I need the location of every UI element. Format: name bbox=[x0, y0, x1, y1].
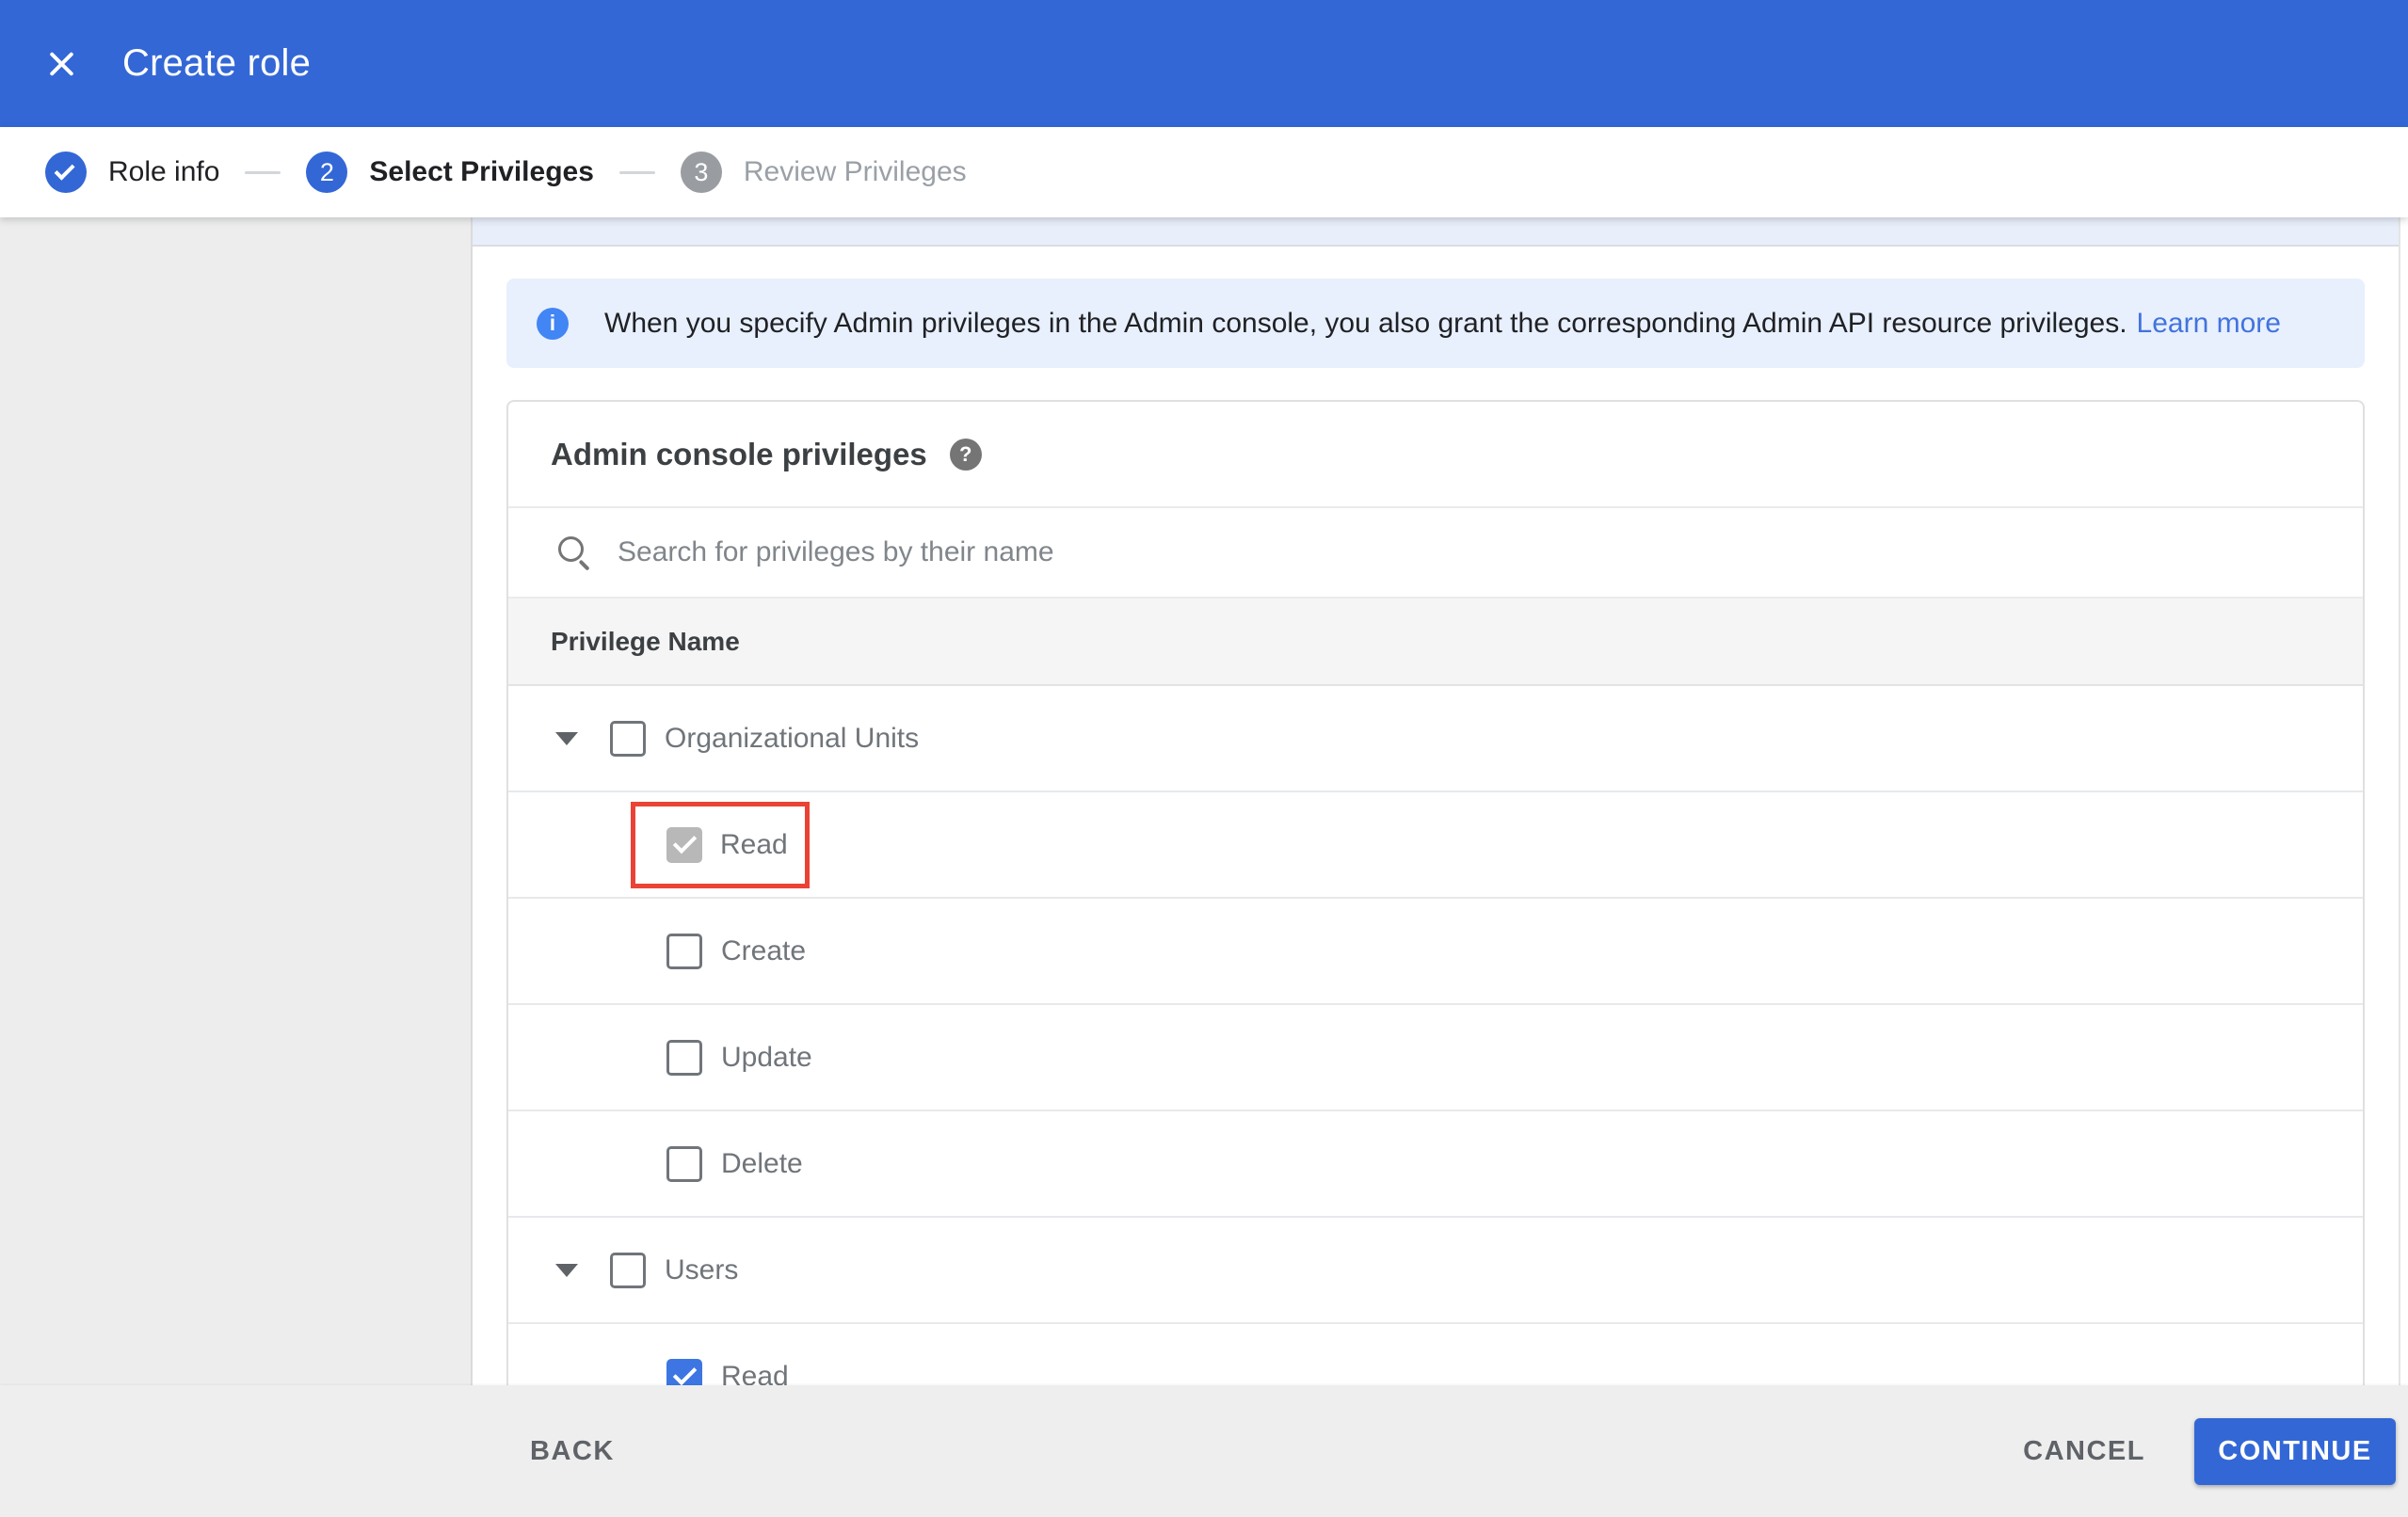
privilege-row[interactable]: Create bbox=[508, 899, 2363, 1005]
chevron-down-icon bbox=[555, 731, 578, 745]
privilege-cell: Users bbox=[578, 1252, 739, 1288]
check-icon bbox=[54, 159, 75, 181]
step-number-circle: 2 bbox=[306, 152, 348, 193]
privilege-row[interactable]: Organizational Units bbox=[508, 686, 2363, 792]
expand-toggle[interactable] bbox=[555, 731, 578, 745]
privilege-cell: Create bbox=[508, 933, 807, 969]
continue-button[interactable]: CONTINUE bbox=[2194, 1417, 2396, 1485]
step-role-info[interactable]: Role info bbox=[45, 152, 219, 193]
privilege-checkbox[interactable] bbox=[610, 1252, 646, 1288]
privilege-search-input[interactable] bbox=[616, 535, 2363, 569]
privilege-label: Delete bbox=[721, 1147, 803, 1179]
privilege-row[interactable]: Read bbox=[508, 1324, 2363, 1385]
learn-more-link[interactable]: Learn more bbox=[2137, 308, 2281, 340]
privilege-label: Read bbox=[720, 828, 788, 860]
privilege-cell: Delete bbox=[508, 1145, 803, 1182]
right-gutter bbox=[2400, 217, 2408, 1385]
info-banner: i When you specify Admin privileges in t… bbox=[506, 279, 2365, 368]
privilege-cell: Organizational Units bbox=[578, 720, 920, 757]
scroll-panel: i When you specify Admin privileges in t… bbox=[473, 217, 2400, 1385]
privilege-row[interactable]: Update bbox=[508, 1005, 2363, 1111]
search-icon bbox=[557, 535, 591, 569]
privilege-label: Create bbox=[721, 934, 807, 966]
privilege-row[interactable]: Delete bbox=[508, 1111, 2363, 1218]
privilege-checkbox[interactable] bbox=[666, 1145, 702, 1182]
privilege-label: Organizational Units bbox=[665, 722, 920, 754]
privilege-row[interactable]: Users bbox=[508, 1218, 2363, 1324]
card-title: Admin console privileges bbox=[551, 436, 927, 471]
privilege-checkbox[interactable] bbox=[666, 826, 702, 863]
step-connector bbox=[245, 170, 281, 174]
info-banner-text: When you specify Admin privileges in the… bbox=[604, 307, 2127, 339]
step-complete-circle bbox=[45, 152, 87, 193]
privilege-search-row bbox=[508, 508, 2363, 599]
info-icon: i bbox=[537, 307, 569, 340]
annotation-highlight-box: Read bbox=[631, 801, 810, 888]
footer-bar: BACK CANCEL CONTINUE bbox=[0, 1385, 2408, 1517]
page-title: Create role bbox=[122, 42, 312, 84]
left-background-pane bbox=[0, 217, 473, 1385]
privilege-checkbox[interactable] bbox=[610, 720, 646, 757]
expand-toggle[interactable] bbox=[555, 1263, 578, 1277]
close-icon[interactable] bbox=[43, 45, 81, 83]
content-area: i When you specify Admin privileges in t… bbox=[0, 217, 2408, 1385]
step-select-privileges[interactable]: 2 Select Privileges bbox=[306, 152, 594, 193]
cancel-button[interactable]: CANCEL bbox=[2017, 1427, 2151, 1477]
step-label: Select Privileges bbox=[369, 156, 594, 187]
stepper: Role info 2 Select Privileges 3 Review P… bbox=[0, 127, 2408, 217]
column-header-privilege-name: Privilege Name bbox=[551, 626, 740, 656]
privilege-checkbox[interactable] bbox=[666, 933, 702, 969]
privilege-cell: Update bbox=[508, 1039, 812, 1076]
step-label: Role info bbox=[108, 156, 220, 187]
scrolled-section-edge bbox=[473, 217, 2399, 247]
step-label: Review Privileges bbox=[743, 156, 967, 187]
privilege-cell: Read bbox=[508, 1358, 789, 1386]
privilege-label: Update bbox=[721, 1041, 812, 1073]
back-button[interactable]: BACK bbox=[524, 1427, 620, 1477]
admin-privileges-card: Admin console privileges ? Privilege Nam… bbox=[506, 400, 2365, 1385]
card-heading: Admin console privileges ? bbox=[508, 402, 2363, 508]
privilege-label: Read bbox=[721, 1360, 789, 1386]
chevron-down-icon bbox=[555, 1263, 578, 1277]
table-header: Privilege Name bbox=[508, 599, 2363, 686]
help-icon[interactable]: ? bbox=[949, 438, 982, 471]
privilege-row[interactable]: Read bbox=[508, 792, 2363, 899]
privilege-rows: Organizational Units Read Create Update … bbox=[508, 686, 2363, 1385]
app-header: Create role bbox=[0, 0, 2408, 127]
privilege-label: Users bbox=[665, 1254, 739, 1285]
step-review-privileges[interactable]: 3 Review Privileges bbox=[680, 152, 967, 193]
step-number-circle: 3 bbox=[680, 152, 722, 193]
privilege-checkbox[interactable] bbox=[666, 1358, 702, 1385]
privilege-checkbox[interactable] bbox=[666, 1039, 702, 1076]
step-connector bbox=[618, 170, 655, 174]
